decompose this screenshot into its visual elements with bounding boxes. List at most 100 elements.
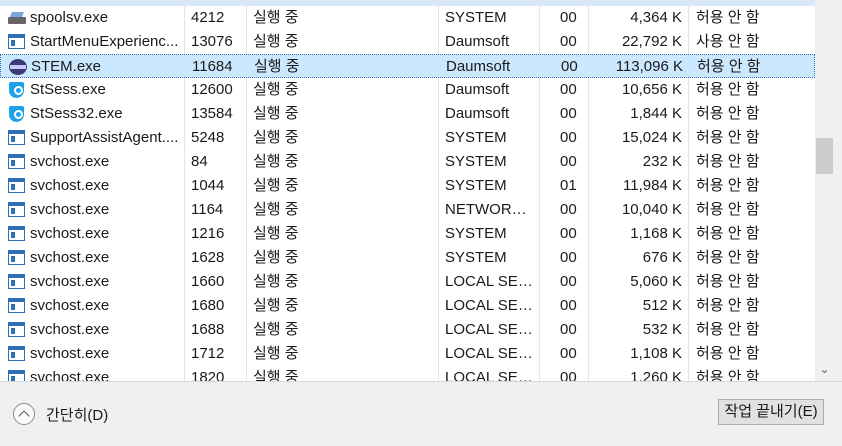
table-row[interactable]: StartMenuExperienc... 13076 실행 중 Daumsoft 00… — [0, 30, 815, 54]
process-uac-virtualization: 허용 안 함 — [696, 201, 760, 218]
process-name: svchost.exe — [30, 345, 110, 362]
process-uac-virtualization: 허용 안 함 — [696, 105, 760, 122]
process-name: spoolsv.exe — [30, 9, 109, 26]
process-cpu: 00 — [560, 33, 577, 50]
table-row[interactable]: STEM.exe 11684 실행 중 Daumsoft 00 113,096 K 허용 안… — [0, 54, 815, 78]
process-uac-virtualization: 허용 안 함 — [696, 153, 760, 170]
process-name: StartMenuExperienc... — [30, 33, 179, 50]
process-name: svchost.exe — [30, 153, 110, 170]
process-user: Daumsoft — [446, 58, 511, 75]
process-user: Daumsoft — [445, 33, 510, 50]
process-memory: 1,844 K — [630, 105, 682, 122]
process-cpu: 00 — [560, 249, 577, 266]
table-row[interactable]: StSess32.exe 13584 실행 중 Daumsoft 00 1,844 K 허용… — [0, 102, 815, 126]
process-name: svchost.exe — [30, 273, 110, 290]
process-memory: 22,792 K — [621, 33, 682, 50]
process-pid: 1164 — [191, 201, 224, 218]
process-pid: 13076 — [191, 33, 233, 50]
table-row[interactable]: svchost.exe 84 실행 중 SYSTEM 00 232 K 허용 안 함 — [0, 150, 815, 174]
table-row[interactable]: svchost.exe 1820 실행 중 LOCAL SER... 00 1,260 K… — [0, 366, 815, 381]
process-pid: 1216 — [191, 225, 225, 242]
process-cpu: 00 — [560, 273, 577, 290]
process-pid: 1820 — [191, 369, 225, 381]
process-status: 실행 중 — [253, 9, 299, 26]
process-pid: 11684 — [192, 58, 233, 75]
app-window-icon — [8, 250, 26, 266]
process-cpu: 01 — [560, 177, 577, 194]
process-cpu: 00 — [560, 153, 577, 170]
table-row[interactable]: svchost.exe 1712 실행 중 LOCAL SER... 00 1,108 K… — [0, 342, 815, 366]
table-row[interactable]: SupportAssistAgent.... 5248 실행 중 SYSTEM 00 15… — [0, 126, 815, 150]
shield-icon — [8, 106, 26, 122]
process-uac-virtualization: 허용 안 함 — [696, 129, 760, 146]
table-row[interactable]: svchost.exe 1660 실행 중 LOCAL SER... 00 5,060 K… — [0, 270, 815, 294]
fewer-details-label: 간단히(D) — [46, 406, 109, 424]
process-details-table: spoolsv.exe 4212 실행 중 SYSTEM 00 4,364 K 허용 안 함… — [0, 0, 815, 381]
process-user: LOCAL SER... — [445, 273, 535, 290]
scrollbar-thumb[interactable] — [816, 138, 833, 174]
process-cpu: 00 — [560, 105, 577, 122]
scroll-down-arrow-icon[interactable]: ⌄ — [816, 360, 833, 378]
process-status: 실행 중 — [253, 225, 299, 242]
process-status: 실행 중 — [253, 153, 299, 170]
process-name: svchost.exe — [30, 321, 110, 338]
process-cpu: 00 — [560, 201, 577, 218]
process-status: 실행 중 — [254, 58, 300, 75]
process-uac-virtualization: 허용 안 함 — [696, 225, 760, 242]
table-row[interactable]: svchost.exe 1044 실행 중 SYSTEM 01 11,984 K 허용 안 … — [0, 174, 815, 198]
process-pid: 1660 — [191, 273, 225, 290]
process-status: 실행 중 — [253, 177, 299, 194]
process-uac-virtualization: 허용 안 함 — [696, 9, 760, 26]
app-window-icon — [8, 154, 26, 170]
fewer-details-toggle[interactable]: 간단히(D) — [13, 402, 108, 426]
app-window-icon — [8, 346, 26, 362]
table-row[interactable]: svchost.exe 1216 실행 중 SYSTEM 00 1,168 K 허용 안 함 — [0, 222, 815, 246]
process-cpu: 00 — [560, 345, 577, 362]
process-name: StSess32.exe — [30, 105, 123, 122]
process-status: 실행 중 — [253, 273, 299, 290]
process-user: SYSTEM — [445, 225, 507, 242]
process-pid: 4212 — [191, 9, 225, 26]
app-window-icon — [8, 370, 26, 381]
process-memory: 5,060 K — [630, 273, 682, 290]
vertical-scrollbar[interactable]: ⌄ — [815, 0, 842, 381]
process-pid: 5248 — [191, 129, 225, 146]
process-memory: 676 K — [642, 249, 682, 266]
process-user: Daumsoft — [445, 81, 510, 98]
table-row[interactable]: svchost.exe 1164 실행 중 NETWORK ... 00 10,040 K… — [0, 198, 815, 222]
process-user: SYSTEM — [445, 9, 507, 26]
process-memory: 10,656 K — [621, 81, 682, 98]
app-window-icon — [8, 226, 26, 242]
table-row[interactable]: svchost.exe 1628 실행 중 SYSTEM 00 676 K 허용 안 함 — [0, 246, 815, 270]
process-pid: 1044 — [191, 177, 225, 194]
table-row[interactable]: StSess.exe 12600 실행 중 Daumsoft 00 10,656 K 허용 … — [0, 78, 815, 102]
process-cpu: 00 — [560, 81, 577, 98]
process-uac-virtualization: 허용 안 함 — [696, 321, 760, 338]
table-row[interactable]: svchost.exe 1688 실행 중 LOCAL SER... 00 532 K 허용… — [0, 318, 815, 342]
table-row[interactable]: spoolsv.exe 4212 실행 중 SYSTEM 00 4,364 K 허용 안 함 — [0, 6, 815, 30]
process-user: LOCAL SER... — [445, 297, 535, 314]
process-cpu: 00 — [560, 369, 577, 381]
process-user: SYSTEM — [445, 129, 507, 146]
process-user: SYSTEM — [445, 177, 507, 194]
process-memory: 1,168 K — [630, 225, 682, 242]
process-status: 실행 중 — [253, 129, 299, 146]
process-status: 실행 중 — [253, 297, 299, 314]
process-pid: 1712 — [191, 345, 225, 362]
process-status: 실행 중 — [253, 345, 299, 362]
process-name: svchost.exe — [30, 249, 110, 266]
process-memory: 532 K — [642, 321, 682, 338]
app-window-icon — [8, 178, 26, 194]
process-uac-virtualization: 허용 안 함 — [697, 58, 761, 75]
end-task-button[interactable]: 작업 끝내기(E) — [718, 399, 824, 425]
process-uac-virtualization: 허용 안 함 — [696, 81, 760, 98]
process-user: LOCAL SER... — [445, 321, 535, 338]
process-cpu: 00 — [561, 58, 578, 75]
process-cpu: 00 — [560, 9, 577, 26]
table-row[interactable]: svchost.exe 1680 실행 중 LOCAL SER... 00 512 K 허용… — [0, 294, 815, 318]
process-memory: 232 K — [642, 153, 682, 170]
process-memory: 10,040 K — [621, 201, 682, 218]
process-uac-virtualization: 사용 안 함 — [696, 33, 760, 50]
process-uac-virtualization: 허용 안 함 — [696, 273, 760, 290]
app-window-icon — [8, 274, 26, 290]
